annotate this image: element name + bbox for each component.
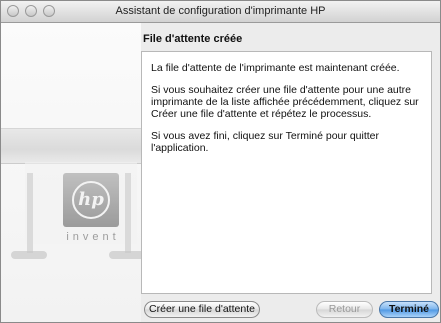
message-paragraph: Si vous souhaitez créer une file d'atten… [151, 84, 419, 120]
message-panel: La file d'attente de l'imprimante est ma… [141, 51, 432, 294]
sidebar-illustration: hp invent [1, 23, 145, 322]
hp-logo-tagline: invent [66, 231, 120, 243]
hp-logo-mark: hp [72, 181, 110, 219]
back-button[interactable]: Retour [316, 301, 373, 318]
hp-logo: hp [63, 173, 119, 227]
printer-illustration-top [1, 128, 143, 164]
message-paragraph: Si vous avez fini, cliquez sur Terminé p… [151, 130, 379, 154]
title-bar: Assistant de configuration d'imprimante … [1, 1, 440, 23]
printer-foot [109, 251, 145, 259]
printer-leg [27, 173, 33, 253]
create-queue-button[interactable]: Créer une file d'attente [144, 301, 260, 318]
page-title: File d'attente créée [143, 33, 243, 45]
message-paragraph: La file d'attente de l'imprimante est ma… [151, 62, 400, 74]
printer-foot [11, 251, 47, 259]
window-title: Assistant de configuration d'imprimante … [115, 5, 326, 17]
done-button[interactable]: Terminé [379, 301, 439, 318]
setup-assistant-window: Assistant de configuration d'imprimante … [0, 0, 441, 323]
